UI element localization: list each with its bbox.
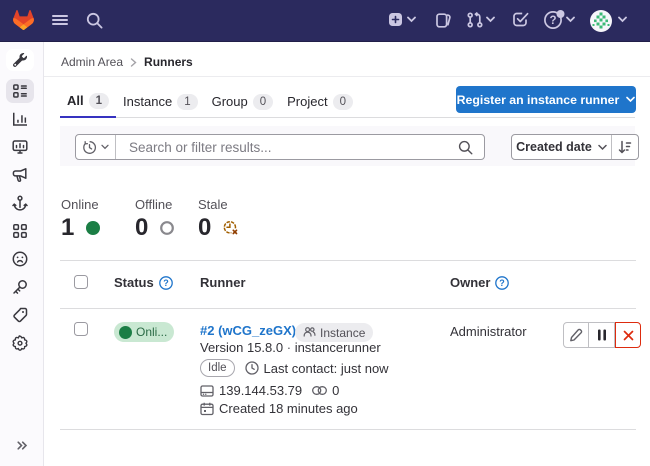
- svg-text:?: ?: [163, 278, 169, 288]
- svg-text:?: ?: [549, 15, 556, 27]
- svg-text:?: ?: [500, 278, 506, 288]
